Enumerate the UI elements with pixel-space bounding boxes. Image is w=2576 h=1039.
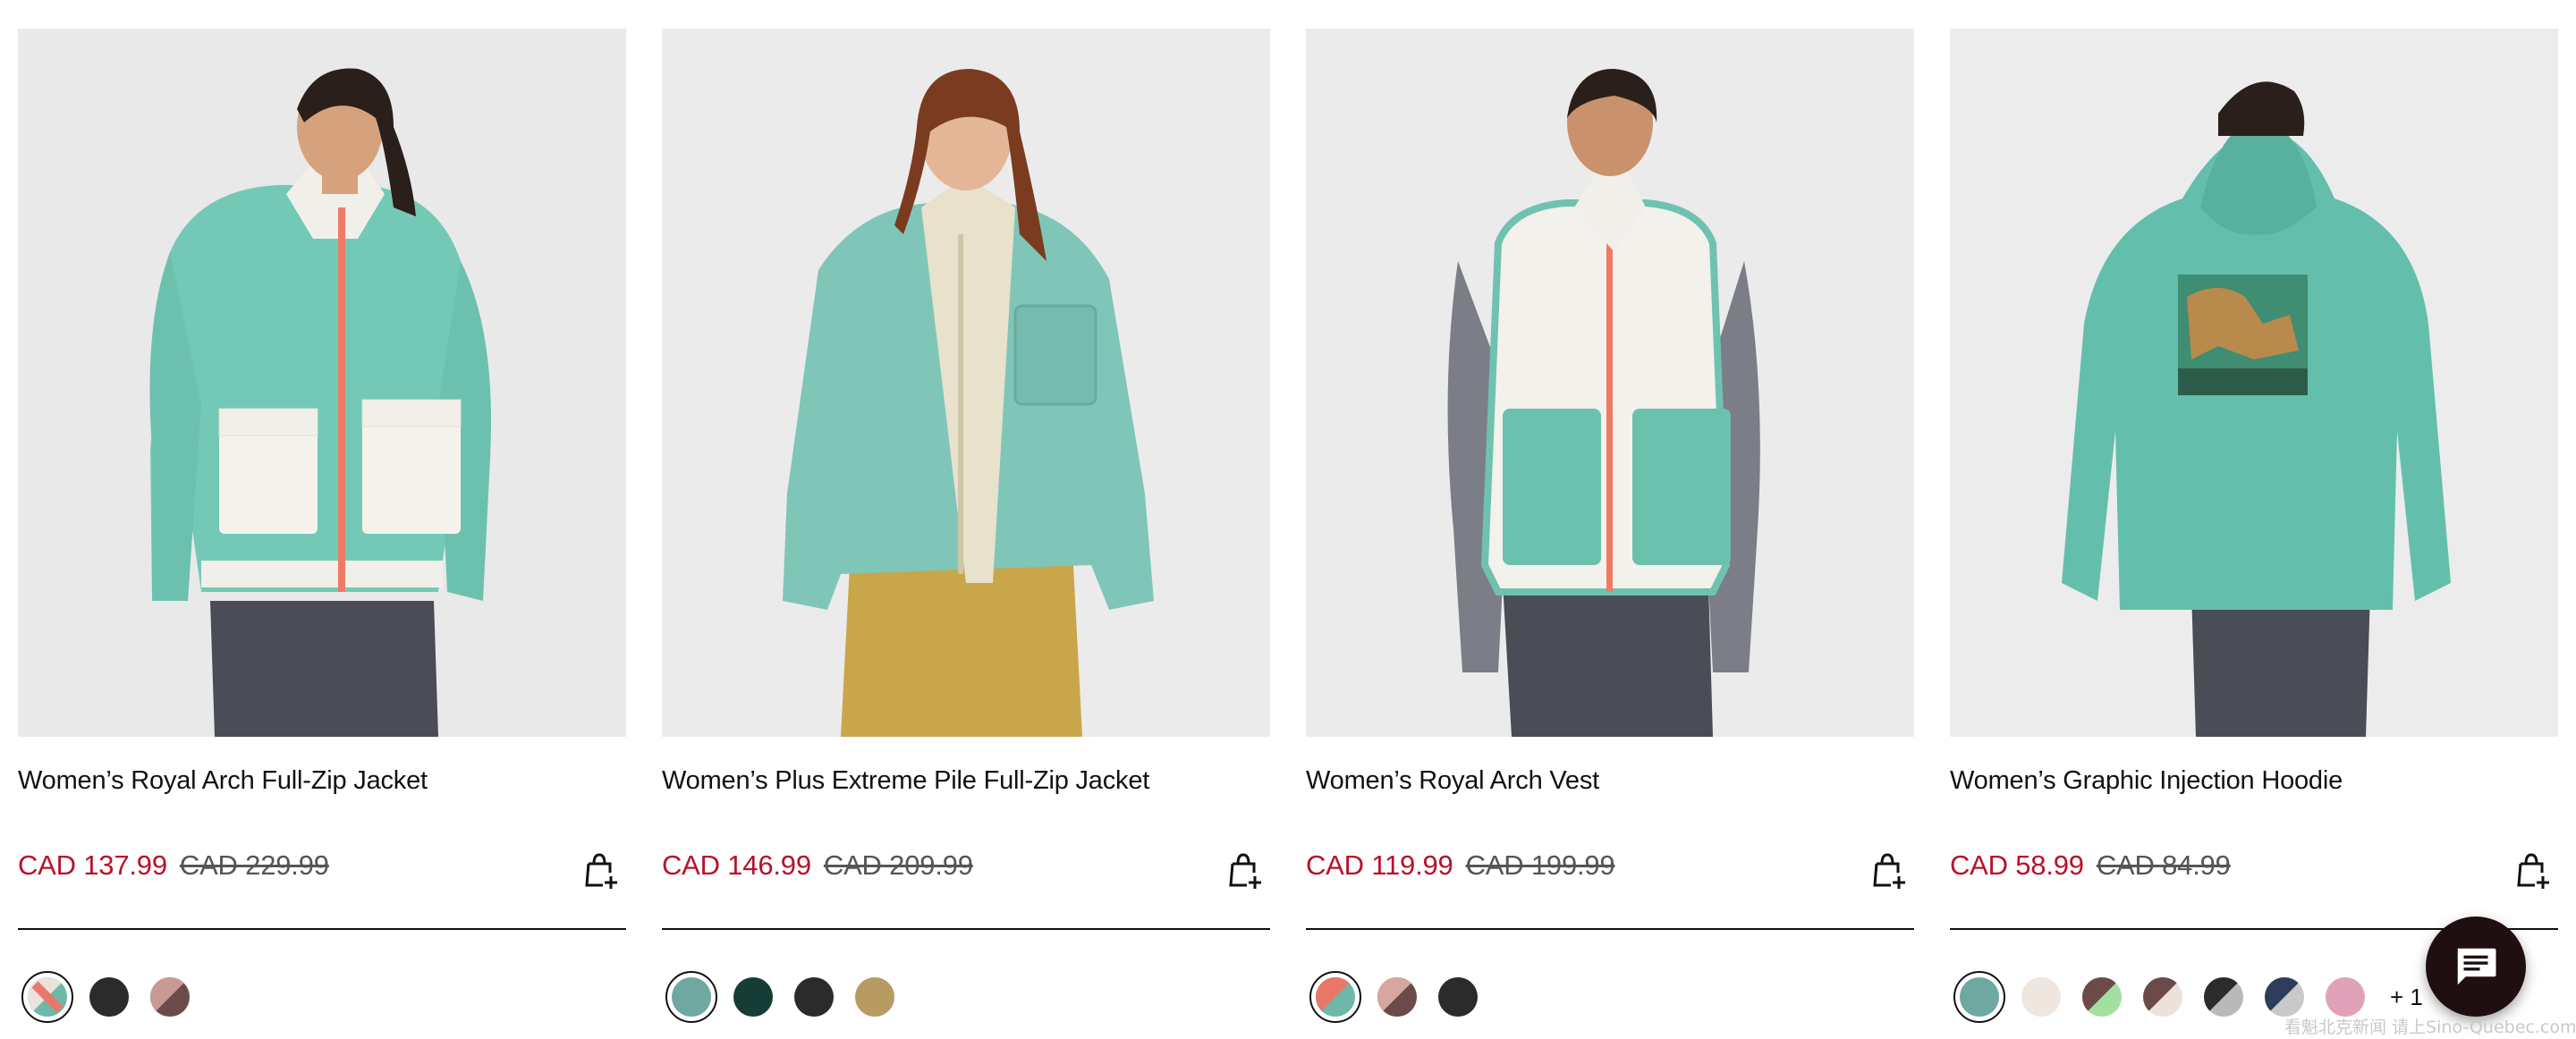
- color-swatch-selected[interactable]: [1953, 971, 2005, 1023]
- color-swatches: [665, 967, 916, 1026]
- product-card[interactable]: Women’s Graphic Injection Hoodie CAD 58.…: [1950, 29, 2558, 1023]
- price-row: CAD 146.99 CAD 209.99: [662, 849, 1270, 903]
- color-swatch[interactable]: [794, 977, 834, 1017]
- product-card[interactable]: Women’s Royal Arch Vest CAD 119.99 CAD 19…: [1306, 29, 1914, 1023]
- original-price: CAD 199.99: [1465, 849, 1615, 881]
- add-to-cart-icon: [585, 853, 617, 889]
- product-photo-hoodie: [1950, 29, 2558, 737]
- sale-price: CAD 58.99: [1950, 849, 2084, 881]
- sale-price: CAD 137.99: [18, 849, 167, 881]
- chat-bubble-icon: [2457, 948, 2496, 985]
- add-to-cart-icon: [1229, 853, 1261, 889]
- color-swatch[interactable]: [2143, 977, 2182, 1017]
- color-swatch[interactable]: [2265, 977, 2304, 1017]
- add-to-cart-button[interactable]: [583, 851, 619, 891]
- watermark: 看魁北克新闻 请上Sino-Quebec.com: [2284, 1018, 2576, 1037]
- product-image[interactable]: [1306, 29, 1914, 737]
- color-swatches: [21, 967, 211, 1026]
- color-swatch-selected[interactable]: [1309, 971, 1361, 1023]
- product-photo-jacket: [18, 29, 626, 737]
- product-title[interactable]: Women’s Plus Extreme Pile Full-Zip Jacke…: [662, 766, 1149, 796]
- color-swatch[interactable]: [1438, 977, 1478, 1017]
- product-grid: Women’s Royal Arch Full-Zip Jacket CAD 1…: [18, 29, 2560, 1023]
- product-image[interactable]: [662, 29, 1270, 737]
- price-row: CAD 58.99 CAD 84.99: [1950, 849, 2558, 903]
- original-price: CAD 229.99: [179, 849, 329, 881]
- price-row: CAD 137.99 CAD 229.99: [18, 849, 626, 903]
- divider: [18, 928, 626, 930]
- color-swatch-selected[interactable]: [21, 971, 73, 1023]
- product-photo-jacket: [662, 29, 1270, 737]
- color-swatch[interactable]: [2021, 977, 2061, 1017]
- product-photo-vest: [1306, 29, 1914, 737]
- add-to-cart-button[interactable]: [1871, 851, 1907, 891]
- color-swatches: [1309, 967, 1499, 1026]
- color-swatch[interactable]: [2204, 977, 2243, 1017]
- product-image[interactable]: [1950, 29, 2558, 737]
- product-card[interactable]: Women’s Royal Arch Full-Zip Jacket CAD 1…: [18, 29, 626, 1023]
- add-to-cart-button[interactable]: [1227, 851, 1263, 891]
- add-to-cart-button[interactable]: [2515, 851, 2551, 891]
- add-to-cart-icon: [1873, 853, 1905, 889]
- product-title[interactable]: Women’s Royal Arch Vest: [1306, 766, 1599, 796]
- color-swatch[interactable]: [2082, 977, 2122, 1017]
- more-colors-count[interactable]: + 1: [2390, 984, 2423, 1011]
- add-to-cart-icon: [2517, 853, 2549, 889]
- product-image[interactable]: [18, 29, 626, 737]
- sale-price: CAD 146.99: [662, 849, 811, 881]
- product-title[interactable]: Women’s Graphic Injection Hoodie: [1950, 766, 2343, 796]
- sale-price: CAD 119.99: [1306, 849, 1453, 881]
- original-price: CAD 209.99: [823, 849, 973, 881]
- color-swatch[interactable]: [150, 977, 190, 1017]
- product-card[interactable]: Women’s Plus Extreme Pile Full-Zip Jacke…: [662, 29, 1270, 1023]
- chat-button[interactable]: [2426, 917, 2526, 1017]
- color-swatch[interactable]: [855, 977, 894, 1017]
- divider: [1306, 928, 1914, 930]
- color-swatch-selected[interactable]: [665, 971, 717, 1023]
- product-title[interactable]: Women’s Royal Arch Full-Zip Jacket: [18, 766, 428, 796]
- original-price: CAD 84.99: [2096, 849, 2231, 881]
- color-swatch[interactable]: [89, 977, 129, 1017]
- color-swatch[interactable]: [2326, 977, 2365, 1017]
- divider: [662, 928, 1270, 930]
- color-swatch[interactable]: [1377, 977, 1417, 1017]
- price-row: CAD 119.99 CAD 199.99: [1306, 849, 1914, 903]
- color-swatch[interactable]: [733, 977, 773, 1017]
